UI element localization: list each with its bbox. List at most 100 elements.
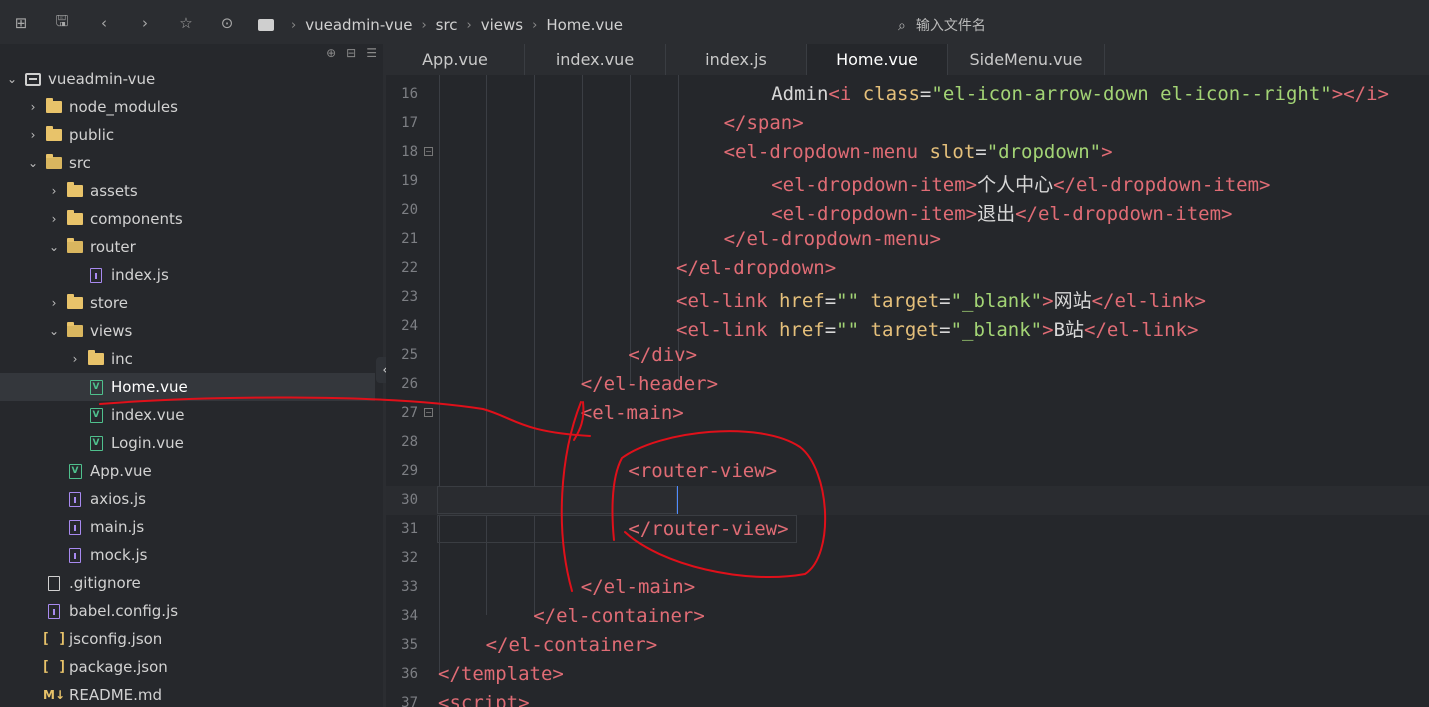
tree-item-package-json[interactable]: [ ] package.json — [0, 653, 375, 681]
tree-item-vueadmin-vue[interactable]: ⌄ vueadmin-vue — [0, 65, 375, 93]
chevron-right-icon[interactable]: › — [46, 184, 62, 198]
fold-toggle-icon[interactable]: − — [424, 147, 433, 156]
chevron-down-icon[interactable]: ⌄ — [46, 324, 62, 338]
file-search-input[interactable] — [915, 18, 1136, 34]
tree-item-babel-config-js[interactable]: babel.config.js — [0, 597, 375, 625]
new-file-icon[interactable]: ⊞ — [10, 12, 32, 34]
line-number: 31 — [401, 521, 418, 537]
code-editor[interactable]: 16 Admin<i class="el-icon-arrow-down el-i… — [386, 75, 1429, 707]
chevron-right-icon[interactable]: › — [67, 352, 83, 366]
chevron-right-icon[interactable]: › — [25, 128, 41, 142]
tree-item-home-vue[interactable]: V Home.vue — [0, 373, 375, 401]
code-text: </el-header> — [581, 373, 718, 395]
chevron-right-icon[interactable]: › — [25, 100, 41, 114]
tree-item-views[interactable]: ⌄ views — [0, 317, 375, 345]
js-file-icon — [66, 491, 84, 507]
folder-open-icon — [66, 322, 84, 339]
chevron-down-icon[interactable]: ⌄ — [46, 240, 62, 254]
folder-icon — [45, 98, 63, 115]
code-line[interactable]: 24 <el-link href="" target="_blank">B站</e… — [386, 312, 1429, 341]
tree-item-readme-md[interactable]: M↓ README.md — [0, 681, 375, 707]
code-line[interactable]: 16 Admin<i class="el-icon-arrow-down el-i… — [386, 80, 1429, 109]
code-line[interactable]: 25 </div> — [386, 341, 1429, 370]
sidebar-tools: ⊕ ⊟ ☰ — [326, 46, 377, 60]
tree-item-label: index.vue — [111, 406, 185, 424]
tree-item-node-modules[interactable]: › node_modules — [0, 93, 375, 121]
tree-item-components[interactable]: › components — [0, 205, 375, 233]
tab-app-vue[interactable]: App.vue — [386, 44, 525, 75]
code-token: = — [824, 319, 837, 341]
code-line[interactable]: 18− <el-dropdown-menu slot="dropdown"> — [386, 138, 1429, 167]
code-line[interactable]: 26 </el-header> — [386, 370, 1429, 399]
fold-toggle-icon[interactable]: − — [424, 408, 433, 417]
collapse-all-icon[interactable]: ⊟ — [346, 46, 356, 60]
breadcrumb-item-file[interactable]: Home.vue — [546, 16, 623, 34]
locate-icon[interactable]: ⊕ — [326, 46, 336, 60]
code-line[interactable]: 20 <el-dropdown-item>退出</el-dropdown-item… — [386, 196, 1429, 225]
menu-icon[interactable]: ☰ — [366, 46, 377, 60]
tree-item-label: store — [90, 294, 128, 312]
tree-item-index-vue[interactable]: Vindex.vue — [0, 401, 375, 429]
code-line[interactable]: 32 — [386, 544, 1429, 573]
star-icon[interactable]: ☆ — [175, 12, 197, 34]
back-icon[interactable]: ‹ — [93, 12, 115, 34]
code-line[interactable]: 19 <el-dropdown-item>个人中心</el-dropdown-it… — [386, 167, 1429, 196]
code-text: </span> — [724, 112, 804, 134]
breadcrumb-item-project[interactable]: vueadmin-vue — [305, 16, 412, 34]
tree-item-label: src — [69, 154, 91, 172]
breadcrumb-item-views[interactable]: views — [481, 16, 523, 34]
tree-item-router[interactable]: ⌄ router — [0, 233, 375, 261]
chevron-right-icon[interactable]: › — [46, 212, 62, 226]
tab-index-js[interactable]: index.js — [666, 44, 807, 75]
code-text: </el-main> — [581, 576, 695, 598]
chevron-down-icon[interactable]: ⌄ — [25, 156, 41, 170]
chevron-down-icon[interactable]: ⌄ — [4, 72, 20, 86]
tree-item-mock-js[interactable]: mock.js — [0, 541, 375, 569]
code-line[interactable]: 23 <el-link href="" target="_blank">网站</e… — [386, 283, 1429, 312]
tree-item-login-vue[interactable]: V Login.vue — [0, 429, 375, 457]
tree-item-store[interactable]: › store — [0, 289, 375, 317]
tree-item-jsconfig-json[interactable]: [ ] jsconfig.json — [0, 625, 375, 653]
code-line[interactable]: 28 — [386, 428, 1429, 457]
tree-item-assets[interactable]: › assets — [0, 177, 375, 205]
chevron-right-icon[interactable]: › — [46, 296, 62, 310]
code-line[interactable]: 33 </el-main> — [386, 573, 1429, 602]
tree-item-axios-js[interactable]: axios.js — [0, 485, 375, 513]
code-line[interactable]: 29 <router-view> — [386, 457, 1429, 486]
tab-sidemenu-vue[interactable]: SideMenu.vue — [948, 44, 1105, 75]
line-number: 21 — [401, 231, 418, 247]
code-token: target — [870, 319, 940, 341]
code-token: </el-link> — [1091, 290, 1206, 312]
line-number: 23 — [401, 289, 418, 305]
tree-item-public[interactable]: › public — [0, 121, 375, 149]
tree-item-src[interactable]: ⌄ src — [0, 149, 375, 177]
line-number: 27 — [401, 405, 418, 421]
tree-item-index-js[interactable]: index.js — [0, 261, 375, 289]
code-line[interactable]: 37 <script> — [386, 689, 1429, 707]
code-line[interactable]: 21 </el-dropdown-menu> — [386, 225, 1429, 254]
code-line[interactable]: 35 </el-container> — [386, 631, 1429, 660]
tree-item-inc[interactable]: › inc — [0, 345, 375, 373]
code-line[interactable]: 36 </template> — [386, 660, 1429, 689]
forward-icon[interactable]: › — [134, 12, 156, 34]
code-line[interactable]: 34 </el-container> — [386, 602, 1429, 631]
code-token: = — [824, 290, 837, 312]
top-toolbar: ⊞ 🖫 ‹ › ☆ ⊙ › vueadmin-vue › src › views › Ho… — [0, 0, 1429, 44]
save-icon[interactable]: 🖫 — [51, 12, 73, 34]
code-token: <script> — [438, 692, 530, 707]
tree-item-main-js[interactable]: main.js — [0, 513, 375, 541]
code-line[interactable]: 27− <el-main> — [386, 399, 1429, 428]
line-number: 26 — [401, 376, 418, 392]
tab-index-vue[interactable]: index.vue — [525, 44, 666, 75]
chevron-right-icon: › — [421, 17, 427, 33]
tree-item-app-vue[interactable]: V App.vue — [0, 457, 375, 485]
breadcrumb-item-src[interactable]: src — [436, 16, 458, 34]
run-icon[interactable]: ⊙ — [216, 12, 238, 34]
code-token: "el-icon-arrow-down el-icon--right" — [931, 83, 1332, 105]
tree-item-gitignore[interactable]: .gitignore — [0, 569, 375, 597]
chevron-right-icon: › — [532, 17, 538, 33]
tab-home-vue[interactable]: Home.vue — [807, 44, 948, 75]
code-line[interactable]: 22 </el-dropdown> — [386, 254, 1429, 283]
code-line[interactable]: 17 </span> — [386, 109, 1429, 138]
tree-item-label: jsconfig.json — [69, 630, 163, 648]
